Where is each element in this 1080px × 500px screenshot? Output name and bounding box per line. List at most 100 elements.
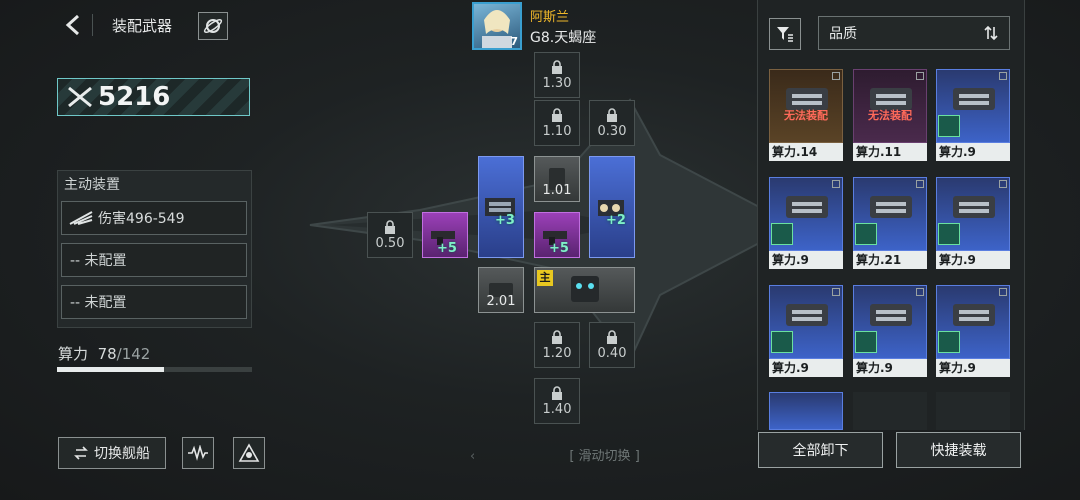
- select-checkbox[interactable]: [916, 180, 924, 188]
- lock-icon: [552, 59, 562, 74]
- chevron-left-icon: [65, 14, 80, 36]
- active-slot-2-label: -- 未配置: [70, 253, 127, 269]
- card-compute-label: 算力.9: [769, 359, 843, 377]
- main-tag: 主: [537, 270, 553, 286]
- card-compute-label: 算力.21: [853, 251, 927, 269]
- main-device-slot[interactable]: 主: [534, 267, 635, 313]
- card-compute-label: 算力.11: [853, 143, 927, 161]
- locked-slot[interactable]: 1.20: [534, 322, 580, 368]
- switch-ship-label: 切换舰船: [94, 446, 150, 462]
- equipped-weapon-slot[interactable]: +2: [589, 156, 635, 258]
- wave-button[interactable]: [182, 437, 214, 469]
- lock-icon: [607, 107, 617, 122]
- inventory-card[interactable]: 算力.9: [936, 177, 1010, 271]
- inventory-card[interactable]: 算力.9: [853, 285, 927, 379]
- active-slot-1-label: 伤害496-549: [98, 211, 185, 227]
- warning-text: 无法装配: [784, 109, 828, 122]
- locked-slot-value: 1.40: [542, 401, 572, 417]
- equipped-weapon-slot[interactable]: +5: [422, 212, 468, 258]
- inventory-card-partial: [936, 392, 1010, 430]
- damage-icon: [69, 211, 93, 225]
- rarity-badge-icon: [938, 115, 960, 137]
- locked-slot[interactable]: 1.30: [534, 52, 580, 98]
- card-compute-label: 算力.9: [853, 359, 927, 377]
- waveform-icon: [188, 445, 208, 461]
- planet-button[interactable]: [198, 12, 228, 40]
- compute-bar-fill: [57, 367, 165, 372]
- device-core-icon: [570, 276, 599, 302]
- planet-icon: [203, 19, 223, 33]
- lock-icon: [552, 385, 562, 400]
- divider: [92, 14, 93, 36]
- pilot-name: 阿斯兰: [530, 10, 570, 25]
- crossed-swords-icon: [68, 86, 92, 108]
- locked-slot[interactable]: 0.30: [589, 100, 635, 146]
- inventory-card[interactable]: 算力.9: [936, 69, 1010, 163]
- compute-label: 算力: [58, 345, 89, 363]
- rarity-badge-icon: [855, 223, 877, 245]
- equipped-module-slot[interactable]: 1.01: [534, 156, 580, 202]
- locked-slot-value: 0.50: [375, 235, 405, 251]
- select-checkbox[interactable]: [832, 288, 840, 296]
- active-slot-3[interactable]: -- 未配置: [61, 285, 247, 319]
- locked-slot[interactable]: 1.40: [534, 378, 580, 424]
- locked-slot-value: 0.30: [597, 123, 627, 139]
- equipped-module-slot[interactable]: 2.01: [478, 267, 524, 313]
- select-checkbox[interactable]: [916, 72, 924, 80]
- page-title: 装配武器: [112, 17, 173, 35]
- slot-value: 2.01: [486, 294, 516, 309]
- quick-equip-button[interactable]: 快捷装载: [896, 432, 1021, 468]
- active-slot-2[interactable]: -- 未配置: [61, 243, 247, 277]
- unequip-all-button[interactable]: 全部卸下: [758, 432, 883, 468]
- filter-button[interactable]: [769, 18, 801, 50]
- swipe-hint: ‹ [ 滑动切换 ]: [470, 449, 640, 464]
- equipped-weapon-slot[interactable]: +5: [534, 212, 580, 258]
- pilot-level: 7: [510, 35, 518, 48]
- inventory-card[interactable]: 算力.9: [769, 285, 843, 379]
- inventory-card[interactable]: 算力.9: [936, 285, 1010, 379]
- locked-slot-value: 1.30: [542, 75, 572, 91]
- select-checkbox[interactable]: [999, 180, 1007, 188]
- inventory-card[interactable]: 无法装配算力.14: [769, 69, 843, 163]
- bonus-label: +2: [606, 213, 626, 228]
- lock-icon: [552, 329, 562, 344]
- triangle-emblem-icon: [238, 443, 260, 462]
- card-compute-label: 算力.9: [769, 251, 843, 269]
- sort-dropdown[interactable]: 品质: [818, 16, 1010, 50]
- inventory-card[interactable]: 无法装配算力.11: [853, 69, 927, 163]
- pilot-rank: G8.天蝎座: [530, 30, 597, 46]
- rarity-badge-icon: [855, 331, 877, 353]
- warning-text: 无法装配: [868, 109, 912, 122]
- compute-used: 78: [97, 345, 117, 363]
- emblem-button[interactable]: [233, 437, 265, 469]
- pilot-avatar[interactable]: 7: [472, 2, 522, 50]
- inventory-card[interactable]: 算力.9: [769, 177, 843, 271]
- inventory-card-partial[interactable]: [769, 392, 843, 430]
- filter-icon: [777, 27, 793, 42]
- equipped-weapon-slot[interactable]: +3: [478, 156, 524, 258]
- sort-label: 品质: [829, 26, 857, 42]
- back-button[interactable]: [58, 10, 88, 40]
- active-slot-1[interactable]: 伤害496-549: [61, 201, 247, 235]
- locked-slot[interactable]: 0.50: [367, 212, 413, 258]
- locked-slot[interactable]: 1.10: [534, 100, 580, 146]
- card-compute-label: 算力.14: [769, 143, 843, 161]
- card-compute-label: 算力.9: [936, 143, 1010, 161]
- active-gear-title: 主动装置: [64, 177, 120, 193]
- select-checkbox[interactable]: [999, 288, 1007, 296]
- rarity-badge-icon: [771, 331, 793, 353]
- select-checkbox[interactable]: [832, 180, 840, 188]
- weapon-thumbnail: [853, 69, 927, 143]
- lock-icon: [552, 107, 562, 122]
- select-checkbox[interactable]: [916, 288, 924, 296]
- quick-equip-label: 快捷装载: [930, 443, 987, 459]
- locked-slot-value: 1.10: [542, 123, 572, 139]
- combat-power-value: 5216: [98, 82, 171, 112]
- inventory-card[interactable]: 算力.21: [853, 177, 927, 271]
- lock-icon: [385, 219, 395, 234]
- locked-slot[interactable]: 0.40: [589, 322, 635, 368]
- bonus-label: +5: [549, 241, 569, 256]
- switch-ship-button[interactable]: 切换舰船: [58, 437, 166, 469]
- select-checkbox[interactable]: [832, 72, 840, 80]
- select-checkbox[interactable]: [999, 72, 1007, 80]
